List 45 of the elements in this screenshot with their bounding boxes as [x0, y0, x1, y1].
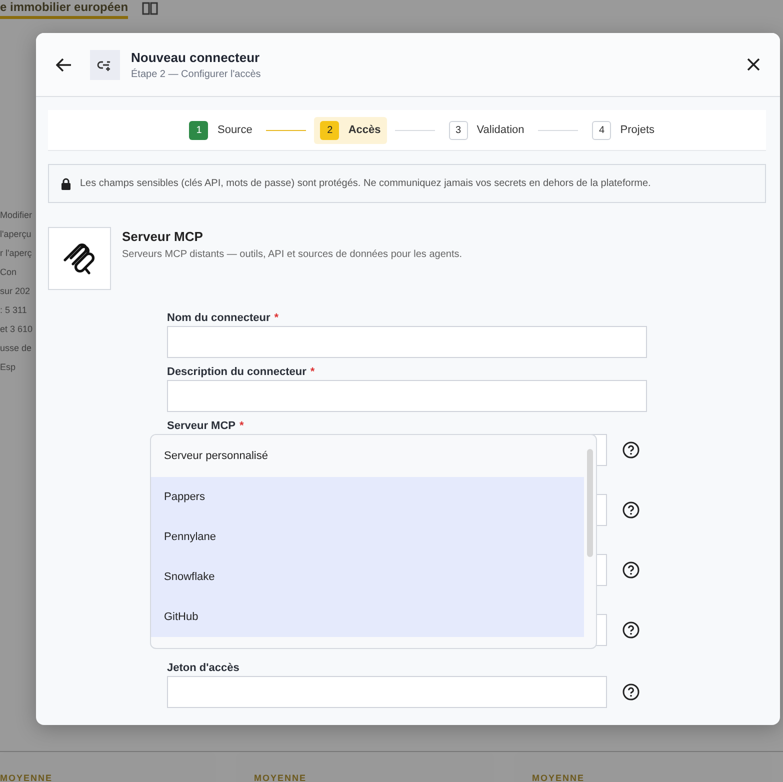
background-text: sur 202 — [0, 286, 32, 296]
background-text: Modifier — [0, 210, 34, 220]
card-label: MOYENNE — [0, 773, 53, 782]
field-label: Nom du connecteur * — [167, 312, 280, 324]
card-label: MOYENNE — [254, 773, 307, 782]
background-text: Con — [0, 267, 18, 277]
stepper-step[interactable]: 3 Validation — [442, 116, 530, 144]
background-text: : 5 311 — [0, 305, 28, 315]
page-title: e immobilier européen — [0, 0, 128, 19]
background-text: usse de — [0, 343, 33, 353]
connector-name: Serveur MCP — [122, 229, 204, 244]
dropdown-option[interactable]: Snowflake — [151, 557, 584, 597]
help-icon[interactable] — [622, 561, 640, 579]
background-text: et 3 610 — [0, 324, 34, 334]
lock-icon — [61, 178, 71, 190]
card-label: MOYENNE — [532, 773, 585, 782]
background-text: r l'aperç — [0, 248, 33, 258]
notice-text: Les champs sensibles (clés API, mots de passe) sont protégés. Ne communiquez jamais vos secrets en dehors de la plateforme. — [80, 178, 651, 189]
help-icon[interactable] — [622, 621, 640, 639]
connector-description: Serveurs MCP distants — outils, API et sources de données pour les agents. — [122, 249, 462, 260]
field-label: Description du connecteur * — [167, 366, 316, 378]
dropdown-option[interactable]: GitHub — [151, 597, 584, 637]
stepper-step[interactable]: 2 Accès — [314, 116, 387, 144]
field-label: Serveur MCP * — [167, 420, 245, 432]
help-icon[interactable] — [622, 441, 640, 459]
help-icon[interactable] — [622, 683, 640, 701]
dialog-title: Nouveau connecteur — [131, 50, 261, 64]
dropdown-option[interactable]: Pappers — [151, 477, 584, 517]
close-button[interactable] — [747, 58, 760, 71]
help-icon[interactable] — [622, 501, 640, 519]
connector-logo — [48, 227, 111, 290]
background-text: Esp — [0, 362, 17, 372]
stepper-step[interactable]: 4 Projets — [586, 116, 661, 144]
copy-icon[interactable] — [142, 2, 158, 16]
text-field[interactable] — [167, 326, 647, 358]
dropdown-option[interactable]: Pennylane — [151, 517, 584, 557]
text-field[interactable] — [167, 380, 647, 412]
stepper-step[interactable]: 1 Source — [183, 116, 258, 144]
background-text: l'aperçu — [0, 229, 32, 239]
back-button[interactable] — [56, 58, 72, 72]
text-field[interactable] — [167, 676, 607, 708]
link-icon — [90, 50, 120, 80]
dialog-subtitle: Étape 2 — Configurer l'accès — [131, 68, 262, 80]
scrollbar-thumb[interactable] — [587, 449, 593, 557]
field-label: Jeton d'accès — [167, 662, 240, 674]
